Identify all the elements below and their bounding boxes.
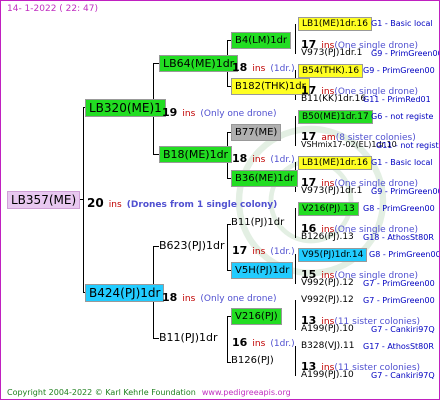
gen2-count-1: 18 — [232, 61, 248, 74]
gen4-info-11: G8 - PrimGreen00 — [369, 250, 440, 259]
pedigree-diagram: { "header": "14- 1-2022 ( 22: 47)", "foo… — [0, 0, 440, 400]
gen4-info-3: G9 - PrimGreen00 — [363, 66, 435, 75]
connector — [295, 116, 296, 146]
gen4-node-3[interactable]: B54(THK).16 — [298, 64, 364, 78]
root-note: (Drones from 1 single colony) — [126, 200, 278, 210]
gen4-info-10: G18 - AthosSt80R — [363, 233, 434, 242]
gen2-note-4: (1dr.) — [270, 339, 295, 349]
gen1-note-1: (Only one drone) — [200, 109, 277, 119]
timestamp: 14- 1-2022 ( 22: 47) — [7, 4, 98, 14]
site-link[interactable]: www.pedigreeapis.org — [202, 388, 291, 397]
gen4-node-11[interactable]: V95(PJ)1dr.14 — [298, 248, 368, 262]
gen2-ins-1: ins — [252, 64, 266, 74]
connector — [227, 224, 228, 270]
gen4-node-5[interactable]: B50(ME)1dr.17 — [298, 110, 373, 124]
gen4-node-4[interactable]: B11(KK)1dr.16 — [301, 94, 366, 104]
gen2-node-3[interactable]: B623(PJ)1dr — [159, 239, 225, 252]
gen2-count-4: 16 — [232, 336, 248, 349]
gen2-ins-2: ins — [252, 155, 266, 165]
gen2-note-1: (1dr.) — [270, 64, 295, 74]
gen1-count-2: 18 — [162, 291, 178, 304]
gen4-info-8: G9 - PrimGreen00 — [371, 187, 440, 196]
gen4-info-15: G17 - AthosSt80R — [363, 342, 434, 351]
connector — [295, 346, 296, 376]
connector — [83, 107, 84, 293]
gen4-info-7: G1 - Basic local — [371, 158, 433, 167]
gen4-info-12: G7 - PrimGreen00 — [363, 279, 435, 288]
gen4-node-16[interactable]: A199(PJ).10 — [301, 370, 354, 380]
gen4-info-13: G7 - PrimGreen00 — [363, 296, 435, 305]
root-count: 20 — [87, 196, 104, 210]
connector — [227, 316, 228, 362]
gen4-node-12[interactable]: V992(PJ).12 — [301, 278, 354, 288]
gen4-node-13[interactable]: V992(PJ).12 — [301, 295, 354, 305]
footer: Copyright 2004-2022 © Karl Kehrle Founda… — [7, 388, 291, 397]
gen3-node-5[interactable]: B11(PJ)1dr — [231, 217, 284, 228]
gen3-node-8[interactable]: B126(PJ) — [231, 355, 274, 366]
connector — [295, 24, 296, 54]
gen4-info-6: G11 - not registe — [376, 141, 440, 150]
gen1-ins-2: ins — [182, 294, 196, 304]
gen4-info-1: G1 - Basic local — [371, 19, 433, 28]
gen2-node-2[interactable]: B18(ME)1dr — [159, 146, 233, 163]
gen4-node-9[interactable]: V216(PJ).13 — [298, 202, 359, 216]
gen3-node-1[interactable]: B4(LM)1dr — [231, 32, 292, 49]
gen2-stats-1: 18 ins (1dr.) — [232, 56, 295, 75]
copyright: Copyright 2004-2022 © Karl Kehrle Founda… — [7, 388, 196, 397]
gen4-info-5: G6 - not registe — [371, 112, 434, 121]
gen2-count-2: 18 — [232, 152, 248, 165]
gen1-node-1[interactable]: LB320(ME)1 — [85, 99, 166, 117]
gen4-node-1[interactable]: LB1(ME)1dr.16 — [298, 17, 373, 31]
connector — [295, 254, 296, 284]
gen3-node-4[interactable]: B36(ME)1dr — [231, 170, 299, 187]
gen3-node-6[interactable]: V5H(PJ)1dr — [231, 262, 294, 279]
gen2-ins-4: ins — [252, 339, 266, 349]
gen1-stats-1: 19 ins (Only one drone) — [162, 101, 276, 120]
gen4-info-14: G7 - Cankiri97Q — [371, 325, 435, 334]
root-ins: ins — [108, 200, 122, 210]
gen1-stats-2: 18 ins (Only one drone) — [162, 286, 276, 305]
gen3-node-7[interactable]: V216(PJ) — [231, 308, 282, 325]
gen4-node-2[interactable]: V973(PJ)1dr.1 — [301, 48, 362, 58]
gen2-note-3: (1dr.) — [270, 247, 295, 257]
gen1-ins-1: ins — [182, 109, 196, 119]
gen4-info-16: G7 - Cankiri97Q — [371, 371, 435, 380]
gen1-count-1: 19 — [162, 106, 178, 119]
gen3-node-2[interactable]: B182(THK)1dr — [231, 78, 310, 95]
gen1-note-2: (Only one drone) — [200, 294, 277, 304]
gen4-node-14[interactable]: A199(PJ).10 — [301, 324, 354, 334]
gen2-stats-2: 18 ins (1dr.) — [232, 147, 295, 166]
root-queen[interactable]: LB357(ME) — [7, 191, 81, 209]
gen4-info-2: G9 - PrimGreen00 — [371, 49, 440, 58]
gen2-note-2: (1dr.) — [270, 155, 295, 165]
gen2-node-1[interactable]: LB64(ME)1dr — [159, 55, 239, 72]
gen2-node-4[interactable]: B11(PJ)1dr — [159, 331, 218, 344]
gen2-stats-3: 17 ins (1dr.) — [232, 239, 295, 258]
gen2-stats-4: 16 ins (1dr.) — [232, 331, 295, 350]
gen4-node-10[interactable]: B126(PJ).13 — [301, 232, 354, 242]
connector — [295, 208, 296, 238]
gen1-node-2[interactable]: B424(PJ)1dr — [85, 284, 165, 302]
gen4-info-9: G8 - PrimGreen00 — [363, 204, 435, 213]
gen4-info-4: G11 - PrimRed01 — [363, 95, 431, 104]
gen4-node-7[interactable]: LB1(ME)1dr.16 — [298, 156, 373, 170]
root-stats: 20 ins (Drones from 1 single colony) — [87, 192, 277, 211]
gen4-node-8[interactable]: V973(PJ)1dr.1 — [301, 186, 362, 196]
gen2-ins-3: ins — [252, 247, 266, 257]
connector — [295, 300, 296, 330]
gen4-node-15[interactable]: B328(VJ).11 — [301, 341, 355, 351]
gen3-node-3[interactable]: B77(ME) — [231, 124, 282, 141]
gen2-count-3: 17 — [232, 244, 248, 257]
